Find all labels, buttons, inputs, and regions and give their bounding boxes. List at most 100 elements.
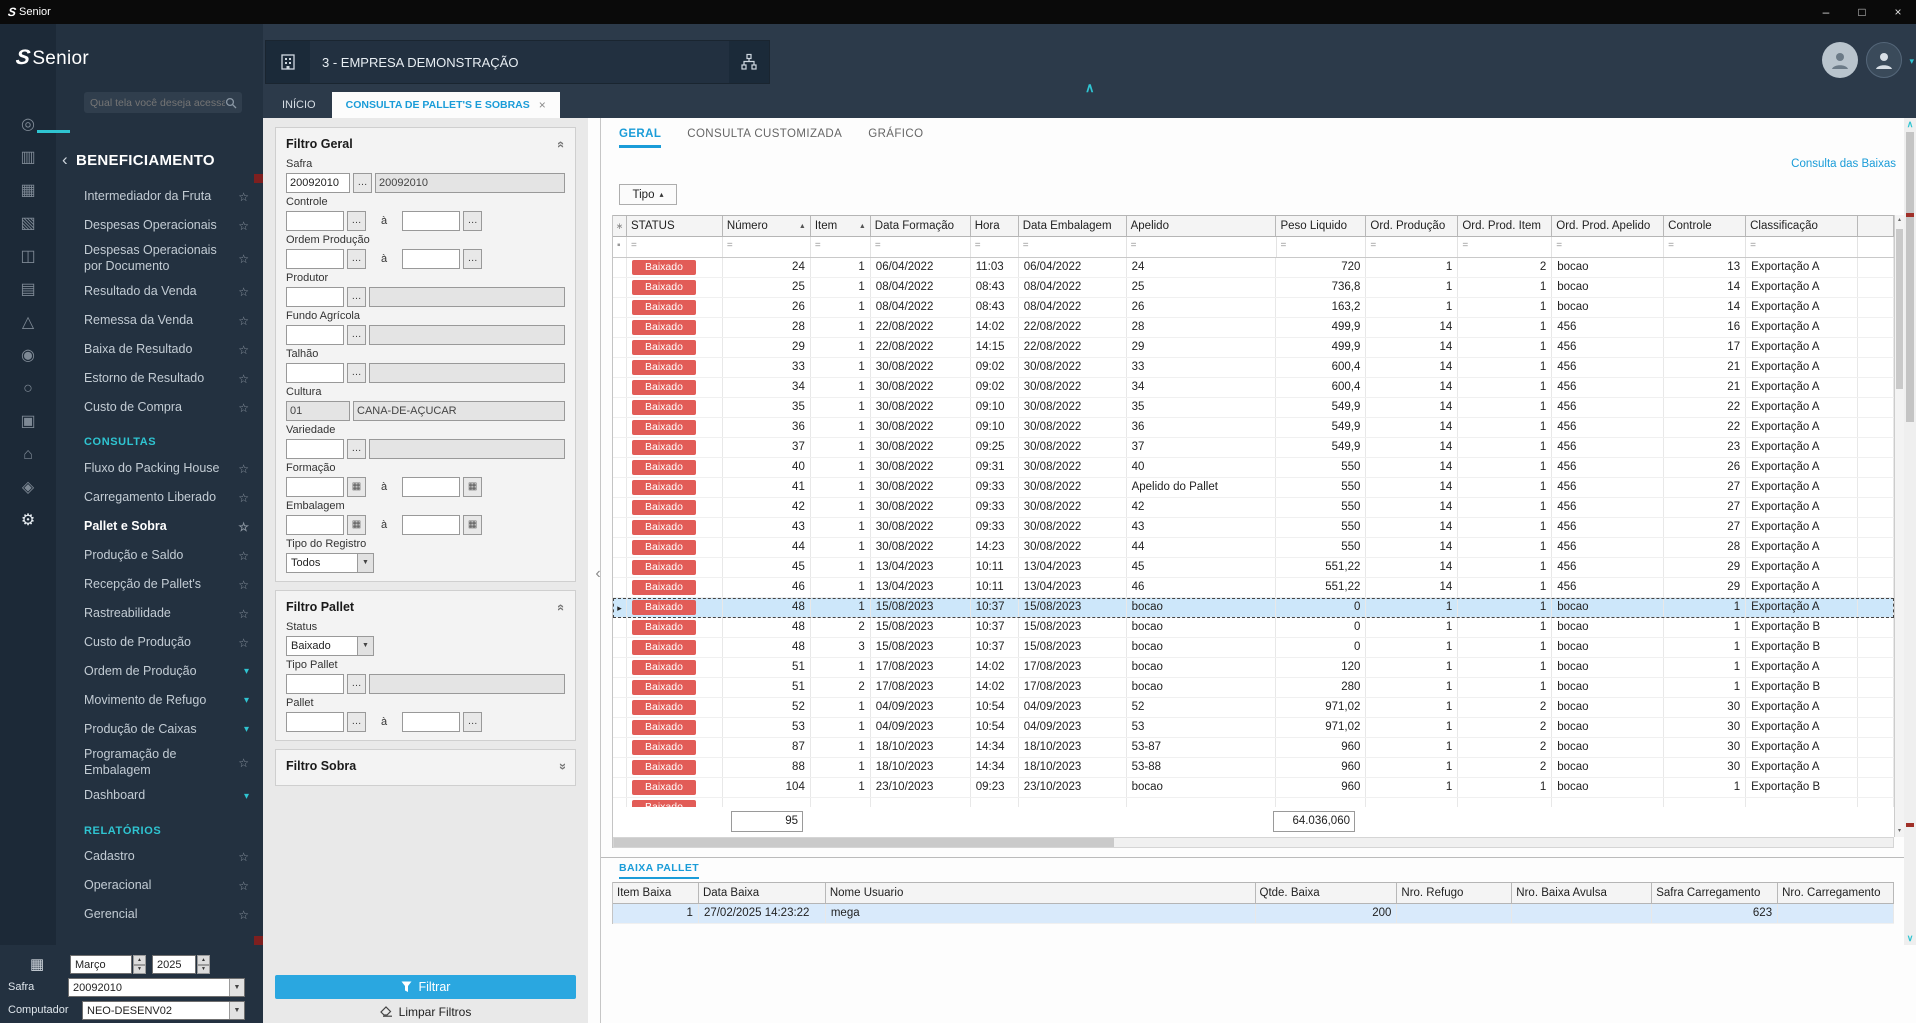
collapse-group-icon[interactable]: « — [554, 140, 569, 147]
column-header-numero[interactable]: Número ▲ — [723, 216, 811, 236]
sidebar-item-gerencial[interactable]: Gerencial ☆ — [56, 901, 263, 930]
ordem-from-input[interactable] — [286, 248, 344, 269]
sidebar-item-intermediador-da-fruta[interactable]: Intermediador da Fruta ☆ — [56, 182, 263, 211]
tipo-registro-select[interactable]: Todos ▼ — [286, 552, 374, 573]
talhao-input[interactable] — [286, 362, 344, 383]
spinner-up-icon[interactable]: ▲ — [197, 955, 210, 965]
account-chevron-down-icon[interactable]: ▾ — [1909, 56, 1914, 67]
sidebar-item-despesas-operacionais[interactable]: Despesas Operacionais ☆ — [56, 211, 263, 240]
sidebar-item-recepcao-de-pallet-s[interactable]: Recepção de Pallet's ☆ — [56, 570, 263, 599]
safra-lookup-button[interactable]: … — [353, 172, 372, 193]
table-row[interactable]: Baixado 34 1 30/08/2022 09:02 30/08/2022 34 600… — [613, 378, 1894, 398]
column-header-ord_prod_item[interactable]: Ord. Prod. Item — [1458, 216, 1553, 236]
table-row[interactable]: Baixado 45 1 13/04/2023 10:11 13/04/2023 45 551… — [613, 558, 1894, 578]
star-icon[interactable]: ☆ — [238, 343, 249, 357]
scroll-down-icon[interactable]: ∨ — [1904, 933, 1916, 944]
star-icon[interactable]: ☆ — [238, 219, 249, 233]
star-icon[interactable]: ☆ — [238, 636, 249, 650]
status-select[interactable]: Baixado ▼ — [286, 635, 374, 656]
sidebar-item-programacao-de-embalagem[interactable]: Programação de Embalagem ☆ — [56, 744, 263, 781]
sidebar-item-remessa-da-venda[interactable]: Remessa da Venda ☆ — [56, 306, 263, 335]
calendar-icon[interactable]: ▦ — [463, 476, 483, 497]
sidebar-item-resultado-da-venda[interactable]: Resultado da Venda ☆ — [56, 277, 263, 306]
column-header-apelido[interactable]: Apelido — [1127, 216, 1277, 236]
column-header-classificacao[interactable]: Classificação — [1746, 216, 1859, 236]
table-row[interactable]: Baixado 36 1 30/08/2022 09:10 30/08/2022 36 549… — [613, 418, 1894, 438]
calendar-icon[interactable]: ▦ — [463, 514, 483, 535]
star-icon[interactable]: ☆ — [238, 252, 249, 266]
filter-cell-ord_producao[interactable]: = — [1366, 237, 1459, 257]
controle-from-input[interactable] — [286, 210, 344, 231]
table-row[interactable]: Baixado 24 1 06/04/2022 11:03 06/04/2022 24 720… — [613, 258, 1894, 278]
table-row[interactable]: Baixado 51 1 17/08/2023 14:02 17/08/2023 bocao… — [613, 658, 1894, 678]
embalagem-to-input[interactable] — [402, 514, 461, 535]
star-icon[interactable]: ☆ — [238, 462, 249, 476]
table-row[interactable]: Baixado — [613, 798, 1894, 807]
table-row[interactable]: Baixado 48 3 15/08/2023 10:37 15/08/2023 bocao… — [613, 638, 1894, 658]
controle-to-lookup-button[interactable]: … — [463, 210, 483, 231]
fundo-lookup-button[interactable]: … — [347, 324, 366, 345]
warehouse-icon[interactable]: ⌂ — [23, 446, 33, 464]
star-icon[interactable]: ☆ — [238, 491, 249, 505]
column-header-indicator[interactable]: ∗ — [613, 216, 627, 236]
tab-consulta-pallets[interactable]: CONSULTA DE PALLET'S E SOBRAS × — [331, 92, 560, 118]
star-icon[interactable]: ☆ — [238, 285, 249, 299]
month-select[interactable]: Março — [70, 955, 132, 974]
chevron-down-icon[interactable]: ▾ — [244, 724, 249, 735]
shipping-icon[interactable]: ▧ — [20, 215, 35, 233]
grid-vertical-scrollbar[interactable]: ▴ ▾ — [1894, 215, 1904, 837]
table-row[interactable]: Baixado 42 1 30/08/2022 09:33 30/08/2022 42 550… — [613, 498, 1894, 518]
talhao-lookup-button[interactable]: … — [347, 362, 366, 383]
tipo-pallet-input[interactable] — [286, 673, 344, 694]
tab-grafico[interactable]: GRÁFICO — [868, 128, 923, 148]
table-row[interactable]: Baixado 40 1 30/08/2022 09:31 30/08/2022 40 550… — [613, 458, 1894, 478]
filter-cell-apelido[interactable]: = — [1127, 237, 1277, 257]
column-header-controle[interactable]: Controle — [1664, 216, 1747, 236]
table-row[interactable]: Baixado 44 1 30/08/2022 14:23 30/08/2022 44 550… — [613, 538, 1894, 558]
tipo-group-button[interactable]: Tipo ▴ — [619, 184, 677, 205]
sidebar-item-pallet-e-sobra[interactable]: Pallet e Sobra ☆ — [56, 512, 263, 541]
tab-baixa-pallet[interactable]: BAIXA PALLET — [619, 862, 700, 879]
controle-from-lookup-button[interactable]: … — [347, 210, 366, 231]
sidebar-item-baixa-de-resultado[interactable]: Baixa de Resultado ☆ — [56, 335, 263, 364]
ordem-to-input[interactable] — [402, 248, 461, 269]
splitter-handle-bottom[interactable] — [254, 936, 263, 945]
chevron-down-icon[interactable]: ▾ — [244, 695, 249, 706]
star-icon[interactable]: ☆ — [238, 850, 249, 864]
chevron-down-icon[interactable]: ▼ — [357, 636, 373, 655]
column-header-ord_producao[interactable]: Ord. Produção — [1366, 216, 1459, 236]
embalagem-from-input[interactable] — [286, 514, 344, 535]
splitter-handle-top[interactable] — [254, 174, 263, 183]
scroll-up-icon[interactable]: ∧ — [1904, 119, 1916, 130]
ordem-to-lookup-button[interactable]: … — [463, 248, 483, 269]
search-input[interactable] — [90, 96, 225, 109]
star-icon[interactable]: ☆ — [238, 908, 249, 922]
close-tab-icon[interactable]: × — [539, 98, 546, 112]
variedade-lookup-button[interactable]: … — [347, 438, 366, 459]
minimize-button[interactable]: – — [1808, 0, 1844, 24]
filter-cell-ord_prod_item[interactable]: = — [1458, 237, 1553, 257]
filter-cell-peso_liquido[interactable]: = — [1277, 237, 1367, 257]
star-icon[interactable]: ☆ — [238, 607, 249, 621]
star-icon[interactable]: ☆ — [238, 401, 249, 415]
calendar-icon[interactable]: ▦ — [347, 476, 366, 497]
table-row[interactable]: Baixado 28 1 22/08/2022 14:02 22/08/2022 28 499… — [613, 318, 1894, 338]
table-row[interactable]: Baixado 43 1 30/08/2022 09:33 30/08/2022 43 550… — [613, 518, 1894, 538]
column-header-qtde-baixa[interactable]: Qtde. Baixa — [1256, 883, 1398, 903]
chevron-down-icon[interactable]: ▾ — [244, 791, 249, 802]
spinner-down-icon[interactable]: ▼ — [197, 964, 210, 974]
star-icon[interactable]: ☆ — [238, 578, 249, 592]
globe-icon[interactable]: ◎ — [21, 116, 35, 134]
column-header-nro-carregamento[interactable]: Nro. Carregamento — [1778, 883, 1894, 903]
inventory-icon[interactable]: ▤ — [20, 281, 35, 299]
safra-select[interactable]: 20092010 ▼ — [68, 978, 245, 997]
scrollbar-thumb[interactable] — [1906, 132, 1914, 422]
sidebar-item-producao-e-saldo[interactable]: Produção e Saldo ☆ — [56, 541, 263, 570]
sidebar-item-custo-de-compra[interactable]: Custo de Compra ☆ — [56, 393, 263, 422]
filter-cell-indicator[interactable]: ▪ — [613, 237, 627, 257]
variedade-input[interactable] — [286, 438, 344, 459]
sidebar-item-cadastro[interactable]: Cadastro ☆ — [56, 843, 263, 872]
collapse-header-chevron-icon[interactable]: ∧ — [1085, 80, 1095, 96]
chart-icon[interactable]: ▥ — [20, 149, 35, 167]
maximize-button[interactable]: □ — [1844, 0, 1880, 24]
